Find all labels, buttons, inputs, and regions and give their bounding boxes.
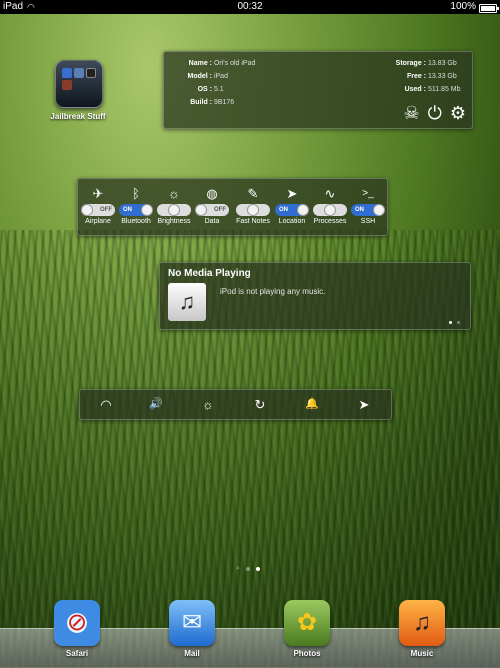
quick-settings-bar: ◠ 🔊 ☼ ↻ 🔔 ➤ — [79, 389, 392, 420]
volume-icon[interactable]: 🔊 — [144, 395, 168, 414]
media-widget[interactable]: No Media Playing ♫ iPod is not playing a… — [159, 262, 471, 330]
build-label: Build : — [190, 99, 212, 106]
toggle-label: Brightness — [157, 218, 191, 225]
toggle-processes[interactable]: ∿ Processes — [312, 185, 348, 225]
toggle-label: Processes — [313, 218, 347, 225]
toggle-label: Location — [278, 218, 306, 225]
device-info-widget: Name : Ori's old iPad Model : iPad OS : … — [163, 51, 473, 129]
mini-app-icon — [74, 68, 84, 78]
status-bar: iPad ◠ 00:32 100% — [0, 0, 500, 14]
toggle-label: Bluetooth — [121, 218, 151, 225]
app-label: Safari — [65, 649, 89, 658]
toggle-label: Airplane — [85, 218, 111, 225]
toggle-location[interactable]: ➤ ON Location — [274, 185, 310, 225]
toggle-label: SSH — [360, 218, 376, 225]
toggle-data[interactable]: ◍ OFF Data — [194, 185, 230, 225]
brightness-switch[interactable] — [157, 204, 191, 216]
bluetooth-icon: ᛒ — [132, 186, 140, 201]
location-switch[interactable]: ON — [275, 204, 309, 216]
toggle-brightness[interactable]: ☼ Brightness — [156, 185, 192, 225]
sun-icon: ☼ — [168, 186, 180, 201]
folder-label: Jailbreak Stuff — [50, 112, 106, 121]
toggle-airplane[interactable]: ✈ OFF Airplane — [80, 185, 116, 225]
gear-icon[interactable]: ⚙ — [450, 103, 466, 123]
mail-icon: ✉ — [169, 600, 215, 646]
clock: 00:32 — [237, 1, 263, 12]
rotation-lock-icon[interactable]: ↻ — [248, 395, 272, 414]
spotlight-search-icon: ⌕ — [236, 565, 240, 572]
battery-percent: 100% — [450, 1, 476, 12]
music-note-icon: ♫ — [168, 283, 206, 321]
photos-icon: ✿ — [284, 600, 330, 646]
fast-notes-switch[interactable] — [236, 204, 270, 216]
name-label: Name : — [188, 60, 212, 67]
pencil-icon: ✎ — [247, 186, 259, 201]
folder-jailbreak-stuff[interactable] — [55, 60, 103, 108]
power-icon[interactable]: ⏻ — [428, 103, 442, 123]
storage-value: 13.83 Gb — [427, 60, 457, 67]
toggle-fast-notes[interactable]: ✎ Fast Notes — [235, 185, 271, 225]
model-label: Model : — [187, 73, 213, 80]
page-dot — [245, 567, 250, 571]
wifi-icon[interactable]: ◠ — [94, 395, 118, 414]
toggle-label: Fast Notes — [236, 218, 270, 225]
build-value: 9B176 — [213, 99, 235, 106]
bluetooth-switch[interactable]: ON — [119, 204, 153, 216]
terminal-icon: >_ — [362, 188, 374, 199]
toggle-bluetooth[interactable]: ᛒ ON Bluetooth — [118, 185, 154, 225]
mini-app-icon — [86, 68, 96, 78]
dock-app-music[interactable]: ♫ Music — [394, 600, 450, 658]
app-label: Music — [410, 649, 434, 658]
brightness-icon[interactable]: ☼ — [196, 395, 220, 414]
skull-crossbones-icon[interactable]: ☠ — [403, 103, 419, 123]
page-indicator[interactable]: ⌕ — [236, 565, 260, 572]
safari-icon: ⊘ — [54, 600, 100, 646]
battery-icon — [479, 4, 499, 13]
music-icon: ♫ — [399, 600, 445, 646]
used-label: Used : — [404, 86, 426, 93]
dock-app-mail[interactable]: ✉ Mail — [164, 600, 220, 658]
mini-app-icon — [62, 80, 72, 90]
airplane-switch[interactable]: OFF — [81, 204, 115, 216]
media-title: No Media Playing — [168, 268, 251, 279]
media-message: iPod is not playing any music. — [220, 287, 326, 296]
page-dot-active — [255, 567, 260, 571]
device-name-value: Ori's old iPad — [213, 60, 256, 67]
pulse-icon: ∿ — [324, 186, 336, 201]
used-value: 511.85 Mb — [427, 86, 461, 93]
toggle-label: Data — [204, 218, 220, 225]
storage-label: Storage : — [395, 60, 426, 67]
model-value: iPad — [213, 73, 228, 80]
app-label: Photos — [293, 649, 321, 658]
mini-app-icon — [62, 68, 72, 78]
os-label: OS : — [197, 86, 212, 93]
app-label: Mail — [184, 649, 200, 658]
location-icon[interactable]: ➤ — [352, 395, 376, 414]
os-value: 5.1 — [213, 86, 224, 93]
data-switch[interactable]: OFF — [195, 204, 229, 216]
media-page-dots — [449, 321, 460, 324]
free-label: Free : — [406, 73, 426, 80]
dock-app-safari[interactable]: ⊘ Safari — [49, 600, 105, 658]
processes-switch[interactable] — [313, 204, 347, 216]
airplane-icon: ✈ — [92, 186, 104, 201]
toggle-ssh[interactable]: >_ ON SSH — [350, 185, 386, 225]
toggles-widget: ✈ OFF Airplane ᛒ ON Bluetooth ☼ Brightne… — [77, 178, 388, 236]
dock-app-photos[interactable]: ✿ Photos — [279, 600, 335, 658]
location-arrow-icon: ➤ — [286, 186, 298, 201]
bell-icon[interactable]: 🔔 — [300, 395, 324, 414]
globe-icon: ◍ — [206, 186, 218, 201]
free-value: 13.33 Gb — [427, 73, 457, 80]
ssh-switch[interactable]: ON — [351, 204, 385, 216]
